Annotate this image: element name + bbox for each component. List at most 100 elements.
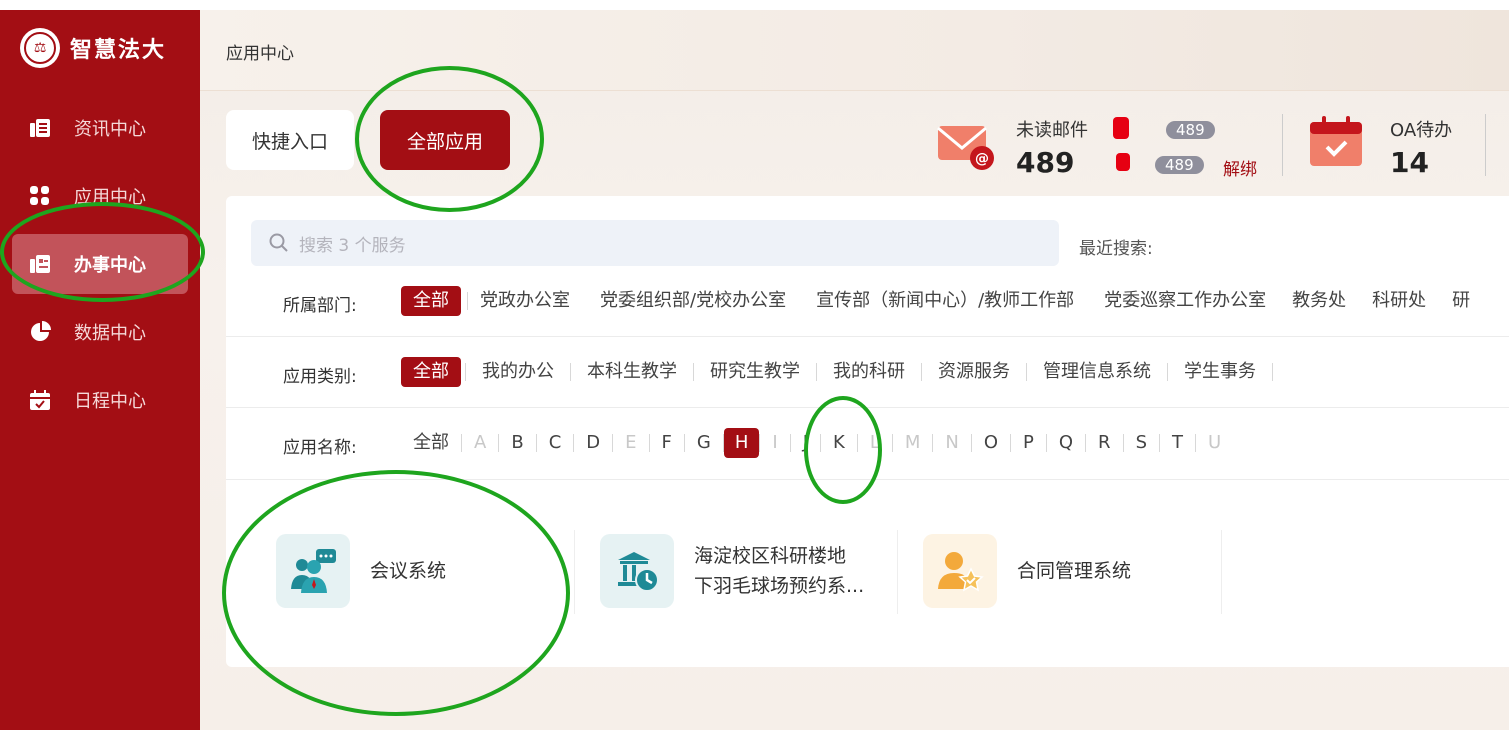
letter-option-j[interactable]: J — [791, 428, 820, 458]
department-option[interactable]: 党委组织部/党校办公室 — [588, 286, 804, 316]
letter-option-q[interactable]: Q — [1047, 428, 1085, 458]
app-name: 会议系统 — [370, 560, 447, 582]
name-filter-label: 应用名称: — [283, 438, 357, 458]
tab-quick-entry[interactable]: 快捷入口 — [226, 110, 354, 170]
mail-icon[interactable]: @ — [936, 118, 994, 170]
category-option[interactable]: 管理信息系统 — [1031, 357, 1163, 387]
oa-todo-count: 14 — [1390, 146, 1429, 179]
logo-text: 智慧法大 — [70, 38, 167, 63]
building-clock-icon — [600, 534, 674, 608]
app-name: 海淀校区科研楼地 下羽毛球场预约系... — [694, 541, 864, 601]
logo[interactable]: ⚖ 智慧法大 — [20, 28, 166, 68]
letter-option-m[interactable]: M — [893, 428, 933, 458]
search-input[interactable]: 搜索 3 个服务 — [251, 220, 1059, 266]
category-option[interactable]: 全部 — [401, 357, 461, 387]
letter-option-u[interactable]: U — [1196, 428, 1233, 458]
mail-count-badge: 489 — [1166, 121, 1215, 139]
department-options: 全部 党政办公室 党委组织部/党校办公室 宣传部（新闻中心）/教师工作部 党委巡… — [401, 286, 1482, 316]
sidebar-item-label: 办事中心 — [74, 255, 146, 276]
letter-option-e[interactable]: E — [613, 428, 648, 458]
letter-option-p[interactable]: P — [1011, 428, 1046, 458]
sidebar-item-data[interactable]: 数据中心 — [12, 302, 188, 362]
stats-divider — [1485, 114, 1486, 176]
sidebar-item-services[interactable]: 办事中心 — [12, 234, 188, 294]
search-icon — [269, 233, 288, 252]
mail-count-badge: 489 — [1155, 156, 1204, 174]
sidebar-item-calendar[interactable]: 日程中心 — [12, 370, 188, 430]
option-divider — [816, 363, 817, 381]
category-option[interactable]: 资源服务 — [926, 357, 1022, 387]
stats-bar: @ 未读邮件 489 489 489 解绑 OA待办 14 — [930, 110, 1509, 180]
red-dot-badge — [1113, 117, 1129, 139]
letter-option-r[interactable]: R — [1086, 428, 1123, 458]
app-badminton-booking[interactable]: 海淀校区科研楼地 下羽毛球场预约系... — [600, 526, 864, 616]
letter-option-f[interactable]: F — [650, 428, 684, 458]
calendar-check-icon — [28, 388, 52, 412]
row-divider — [226, 336, 1509, 337]
department-option[interactable]: 党政办公室 — [468, 286, 588, 316]
search-placeholder: 搜索 3 个服务 — [299, 235, 406, 256]
header: 应用中心 — [200, 10, 1509, 91]
svg-text:@: @ — [975, 151, 989, 167]
department-option[interactable]: 教务处 — [1280, 286, 1360, 316]
app-list-card: 搜索 3 个服务 最近搜索: 所属部门: 全部 党政办公室 党委组织部/党校办公… — [226, 196, 1509, 667]
unread-mail-count: 489 — [1016, 146, 1075, 179]
category-option[interactable]: 研究生教学 — [698, 357, 812, 387]
tab-all-apps[interactable]: 全部应用 — [380, 110, 510, 170]
letter-option-h[interactable]: H — [723, 428, 760, 458]
department-option[interactable]: 党委巡察工作办公室 — [1092, 286, 1280, 316]
app-meeting-system[interactable]: 会议系统 — [276, 526, 446, 616]
stats-divider — [1282, 114, 1283, 176]
sidebar: ⚖ 智慧法大 资讯中心 应用中心 办事中心 数据中心 日程中心 — [0, 10, 200, 730]
category-option[interactable]: 我的办公 — [470, 357, 566, 387]
app-name: 合同管理系统 — [1017, 560, 1132, 582]
letter-option-i[interactable]: I — [760, 428, 789, 458]
row-divider — [226, 479, 1509, 480]
sidebar-item-apps[interactable]: 应用中心 — [12, 166, 188, 226]
category-option[interactable]: 我的科研 — [821, 357, 917, 387]
letter-option-g[interactable]: G — [685, 428, 723, 458]
unbind-link[interactable]: 解绑 — [1223, 155, 1257, 180]
name-letter-options: 全部 A B C D E F G H I J K L M N O P Q R S T U — [401, 428, 1233, 458]
department-option[interactable]: 全部 — [401, 286, 461, 316]
service-card-icon — [28, 252, 52, 276]
app-divider — [1221, 530, 1222, 614]
letter-option-o[interactable]: O — [972, 428, 1010, 458]
sidebar-item-label: 数据中心 — [74, 323, 146, 344]
option-divider — [1026, 363, 1027, 381]
department-option[interactable]: 科研处 — [1360, 286, 1440, 316]
letter-option-全部[interactable]: 全部 — [401, 428, 461, 458]
app-name-line: 海淀校区科研楼地 — [694, 545, 847, 567]
letter-option-a[interactable]: A — [462, 428, 498, 458]
department-option[interactable]: 宣传部（新闻中心）/教师工作部 — [804, 286, 1092, 316]
red-dot-badge — [1116, 153, 1130, 171]
letter-option-d[interactable]: D — [574, 428, 612, 458]
app-divider — [897, 530, 898, 614]
letter-option-t[interactable]: T — [1160, 428, 1195, 458]
meeting-people-icon — [276, 534, 350, 608]
app-contract-management[interactable]: 合同管理系统 — [923, 526, 1131, 616]
sidebar-item-news[interactable]: 资讯中心 — [12, 98, 188, 158]
breadcrumb: 应用中心 — [226, 44, 294, 64]
recent-search-label: 最近搜索: — [1079, 239, 1153, 259]
letter-option-k[interactable]: K — [821, 428, 857, 458]
department-option[interactable]: 研 — [1440, 286, 1482, 316]
letter-option-c[interactable]: C — [537, 428, 574, 458]
letter-option-l[interactable]: L — [858, 428, 892, 458]
category-options: 全部 我的办公 本科生教学 研究生教学 我的科研 资源服务 管理信息系统 学生事务 — [401, 357, 1277, 387]
app-name-line: 下羽毛球场预约系... — [694, 575, 865, 597]
sidebar-nav: 资讯中心 应用中心 办事中心 数据中心 日程中心 — [0, 90, 200, 430]
option-divider — [465, 363, 466, 381]
option-divider — [1272, 363, 1273, 381]
category-option[interactable]: 本科生教学 — [575, 357, 689, 387]
letter-option-b[interactable]: B — [499, 428, 535, 458]
apps-grid-icon — [28, 184, 52, 208]
department-filter-label: 所属部门: — [283, 296, 357, 316]
university-emblem-icon: ⚖ — [20, 28, 60, 68]
letter-option-n[interactable]: N — [933, 428, 970, 458]
sidebar-item-label: 资讯中心 — [74, 119, 146, 140]
row-divider — [226, 407, 1509, 408]
letter-option-s[interactable]: S — [1124, 428, 1159, 458]
calendar-icon[interactable] — [1308, 114, 1364, 170]
category-option[interactable]: 学生事务 — [1172, 357, 1268, 387]
